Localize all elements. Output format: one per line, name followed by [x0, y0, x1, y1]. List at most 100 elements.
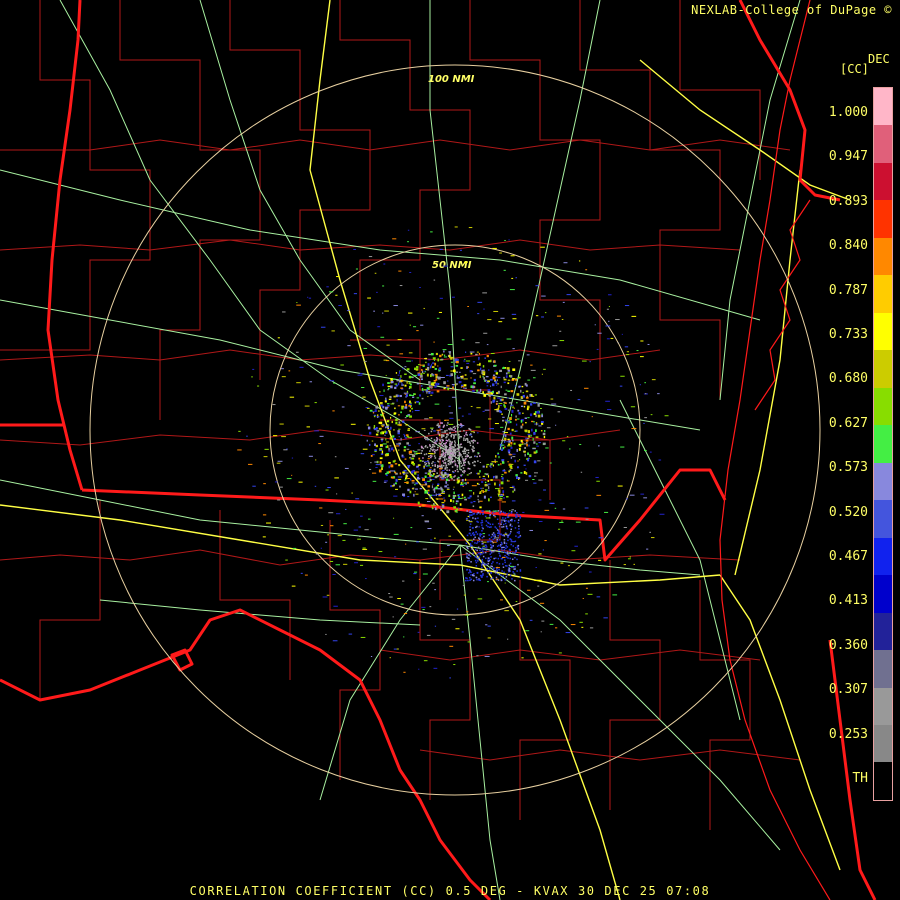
echo-pixel: [417, 373, 421, 376]
echo-pixel: [477, 369, 480, 372]
echo-pixel: [649, 531, 651, 533]
echo-pixel: [406, 368, 410, 371]
echo-pixel: [510, 442, 513, 445]
echo-pixel: [657, 393, 660, 395]
echo-pixel: [497, 499, 503, 501]
echo-pixel: [433, 430, 436, 432]
echo-pixel: [452, 460, 454, 463]
echo-pixel: [381, 464, 384, 468]
echo-pixel: [386, 471, 390, 474]
echo-pixel: [526, 407, 529, 411]
echo-pixel: [435, 449, 437, 452]
echo-pixel: [639, 356, 644, 358]
echo-pixel: [540, 421, 544, 423]
echo-pixel: [514, 527, 517, 529]
echo-pixel: [494, 526, 496, 528]
echo-pixel: [579, 443, 582, 445]
echo-pixel: [453, 506, 457, 509]
echo-pixel: [515, 550, 517, 553]
echo-pixel: [446, 385, 450, 387]
echo-pixel: [482, 574, 484, 576]
echo-pixel: [432, 489, 436, 491]
echo-pixel: [430, 447, 432, 450]
echo-pixel: [443, 452, 445, 454]
echo-pixel: [470, 534, 472, 537]
echo-pixel: [365, 578, 367, 580]
echo-pixel: [494, 570, 496, 572]
echo-pixel: [587, 593, 593, 595]
echo-pixel: [470, 544, 472, 547]
echo-pixel: [518, 553, 520, 556]
echo-pixel: [453, 479, 455, 481]
echo-pixel: [277, 460, 283, 462]
echo-pixel: [417, 449, 421, 451]
echo-pixel: [423, 372, 425, 374]
echo-pixel: [449, 440, 451, 442]
echo-pixel: [463, 452, 465, 455]
echo-pixel: [473, 574, 475, 577]
echo-pixel: [596, 480, 600, 482]
color-scale-segment: [874, 650, 892, 688]
echo-pixel: [494, 379, 496, 382]
echo-pixel: [508, 521, 510, 523]
echo-pixel: [466, 437, 469, 440]
echo-pixel: [510, 528, 513, 531]
echo-pixel: [472, 505, 475, 508]
echo-pixel: [443, 356, 448, 358]
echo-pixel: [486, 540, 489, 543]
echo-pixel: [364, 360, 367, 362]
echo-pixel: [472, 450, 475, 452]
echo-pixel: [419, 488, 423, 490]
echo-pixel: [419, 459, 422, 462]
echo-pixel: [441, 450, 444, 453]
echo-pixel: [420, 364, 425, 366]
echo-pixel: [522, 511, 525, 513]
echo-pixel: [536, 412, 541, 414]
echo-pixel: [333, 605, 338, 607]
echo-pixel: [466, 366, 468, 369]
echo-pixel: [459, 508, 463, 510]
echo-pixel: [490, 401, 492, 404]
echo-pixel: [514, 384, 516, 387]
echo-pixel: [416, 383, 420, 385]
echo-pixel: [338, 305, 342, 307]
echo-pixel: [490, 526, 492, 528]
echo-pixel: [385, 474, 388, 477]
echo-pixel: [481, 526, 484, 529]
echo-pixel: [421, 397, 424, 400]
echo-pixel: [404, 435, 406, 438]
echo-pixel: [523, 464, 526, 466]
echo-pixel: [636, 350, 639, 352]
echo-pixel: [405, 404, 408, 407]
echo-pixel: [335, 564, 341, 566]
echo-pixel: [529, 619, 533, 621]
echo-pixel: [463, 378, 468, 380]
echo-pixel: [499, 545, 502, 548]
echo-pixel: [507, 539, 509, 542]
echo-pixel: [439, 354, 442, 358]
echo-pixel: [516, 570, 518, 572]
echo-pixel: [475, 565, 478, 567]
echo-pixel: [428, 455, 430, 458]
color-scale-segment: [874, 575, 892, 613]
echo-pixel: [436, 448, 439, 451]
echo-pixel: [515, 277, 517, 279]
echo-pixel: [506, 338, 512, 340]
echo-pixel: [485, 544, 487, 547]
echo-pixel: [459, 425, 465, 427]
echo-pixel: [367, 426, 371, 430]
echo-pixel: [296, 382, 301, 384]
echo-pixel: [409, 402, 412, 404]
echo-pixel: [451, 383, 455, 386]
echo-pixel: [314, 485, 317, 487]
echo-pixel: [472, 446, 474, 448]
echo-pixel: [446, 433, 448, 436]
echo-pixel: [485, 520, 488, 522]
echo-pixel: [332, 410, 335, 412]
echo-pixel: [538, 442, 541, 444]
echo-pixel: [380, 438, 384, 441]
echo-pixel: [377, 326, 381, 328]
echo-pixel: [459, 249, 462, 251]
echo-pixel: [608, 320, 610, 322]
echo-pixel: [524, 429, 528, 432]
